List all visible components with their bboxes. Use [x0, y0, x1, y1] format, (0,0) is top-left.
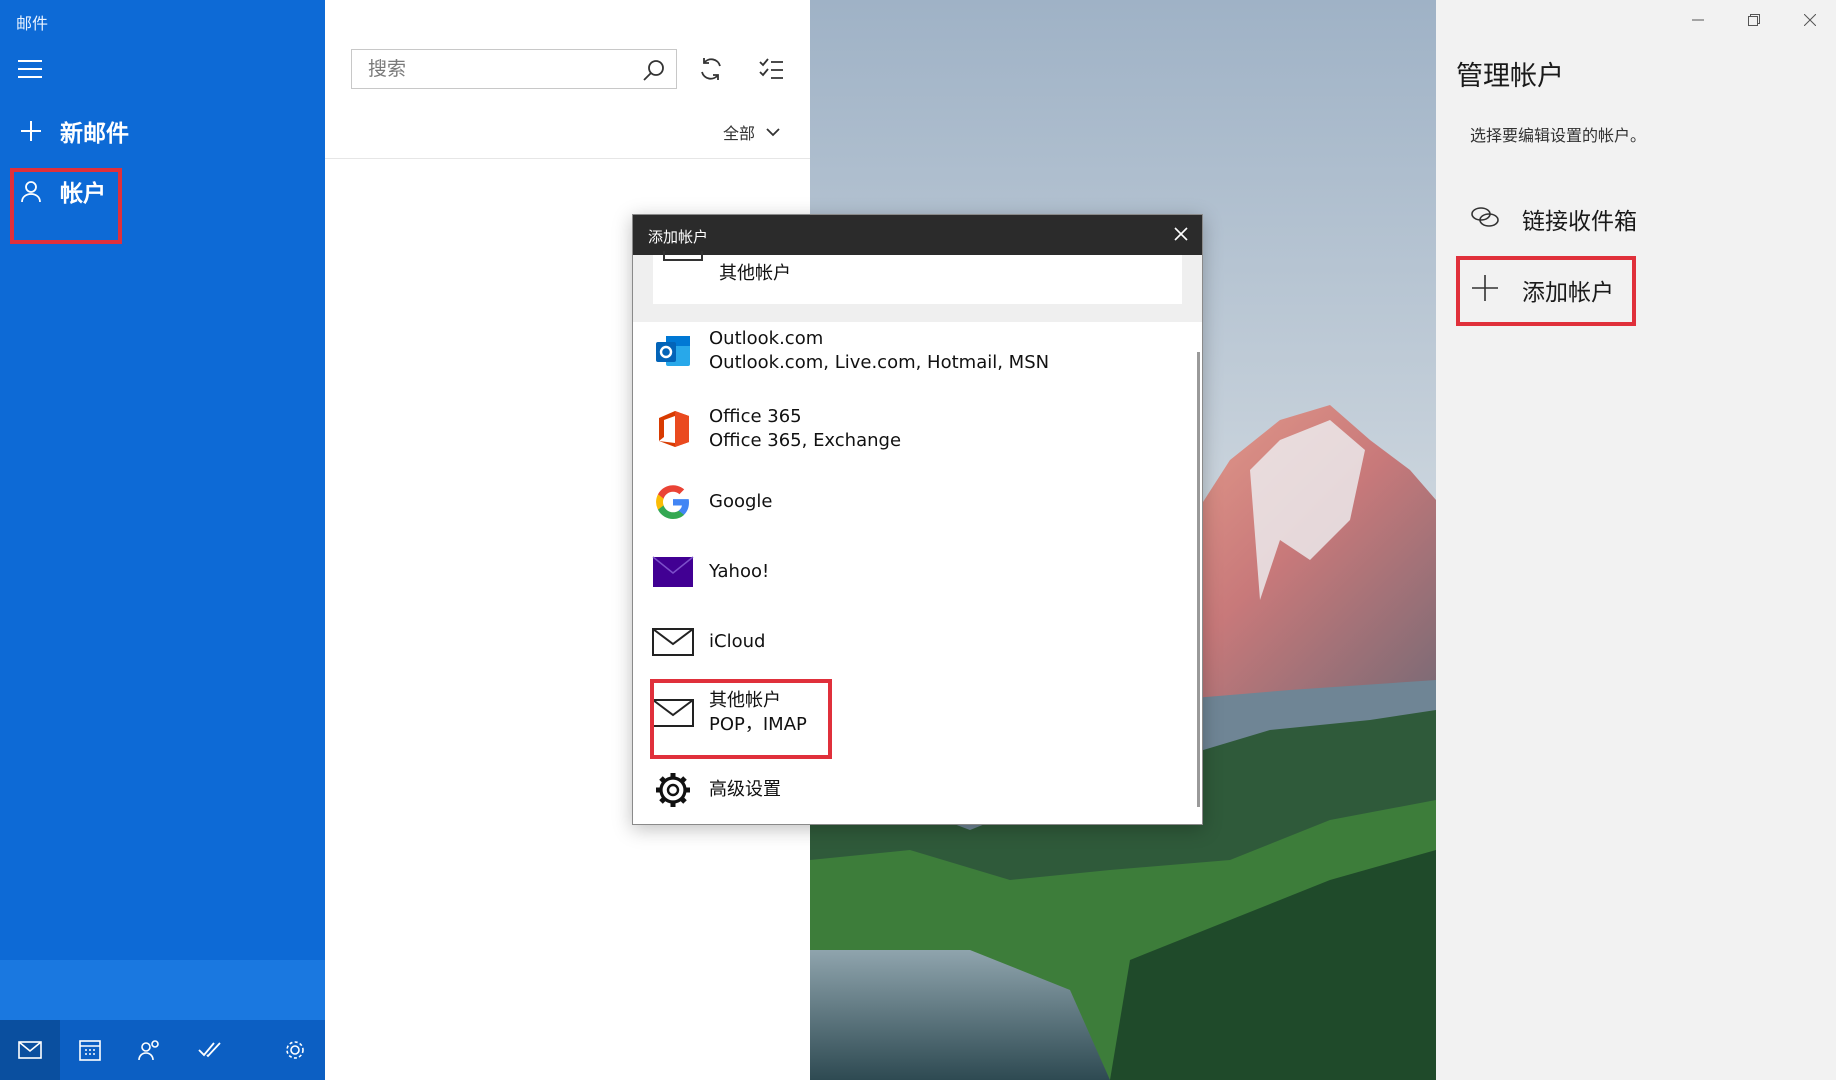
provider-icloud[interactable]: iCloud — [651, 620, 1171, 664]
window-title-bar — [1436, 0, 1836, 40]
manage-accounts-pane: 管理帐户 选择要编辑设置的帐户。 链接收件箱 添加帐户 — [1436, 0, 1836, 1080]
yahoo-icon — [651, 550, 695, 594]
close-window-icon[interactable] — [1798, 8, 1822, 32]
office-icon — [651, 407, 695, 451]
close-icon[interactable] — [1174, 227, 1188, 245]
settings-title: 管理帐户 — [1456, 61, 1564, 92]
app-title: 邮件 — [16, 14, 49, 33]
accounts-highlight-box — [10, 168, 122, 244]
sidebar-folder-area — [0, 960, 325, 1020]
other-account-ghost-item[interactable]: 其他帐户 — [653, 251, 1182, 304]
settings-gear-icon[interactable] — [265, 1020, 325, 1080]
people-icon[interactable] — [120, 1020, 180, 1080]
provider-name: 高级设置 — [709, 779, 781, 800]
envelope-icon — [651, 620, 695, 664]
gear-icon — [651, 768, 695, 812]
calendar-icon[interactable] — [60, 1020, 120, 1080]
navigation-sidebar: 邮件 新邮件 帐户 — [0, 0, 325, 1080]
provider-name: Office 365 — [709, 406, 802, 427]
link-icon — [1470, 202, 1500, 236]
settings-subtitle: 选择要编辑设置的帐户。 — [1470, 126, 1647, 145]
plus-icon — [16, 116, 46, 146]
filter-dropdown[interactable]: 全部 — [723, 120, 781, 144]
link-inboxes-button[interactable]: 链接收件箱 — [1470, 202, 1637, 236]
sync-icon[interactable] — [698, 56, 724, 86]
dialog-header: 添加帐户 — [633, 215, 1202, 255]
minimize-icon[interactable] — [1686, 8, 1710, 32]
provider-google[interactable]: Google — [651, 480, 1171, 524]
add-account-dialog: 添加帐户 其他帐户 Outlook.com Outlook.com, Live.… — [632, 214, 1203, 825]
selection-mode-icon[interactable] — [758, 56, 784, 86]
google-icon — [651, 480, 695, 524]
chevron-down-icon — [766, 128, 780, 137]
dialog-scrollbar[interactable] — [1197, 352, 1200, 807]
outlook-icon — [651, 329, 695, 373]
other-account-highlight-box — [650, 679, 832, 759]
search-input[interactable] — [366, 50, 640, 88]
hamburger-menu-icon[interactable] — [16, 56, 44, 84]
new-mail-button[interactable]: 新邮件 — [16, 114, 129, 148]
list-divider — [325, 158, 810, 159]
provider-name: Outlook.com — [709, 328, 824, 349]
todo-icon[interactable] — [180, 1020, 240, 1080]
link-inboxes-label: 链接收件箱 — [1522, 209, 1637, 235]
envelope-icon — [663, 251, 703, 261]
provider-name: iCloud — [709, 631, 766, 652]
advanced-settings[interactable]: 高级设置 — [651, 768, 1171, 812]
provider-detail: Outlook.com, Live.com, Hotmail, MSN — [709, 352, 1050, 373]
provider-yahoo[interactable]: Yahoo! — [651, 550, 1171, 594]
add-account-highlight-box — [1456, 256, 1636, 326]
provider-office365[interactable]: Office 365 Office 365, Exchange — [651, 405, 1171, 453]
search-box — [351, 49, 677, 89]
provider-outlook[interactable]: Outlook.com Outlook.com, Live.com, Hotma… — [651, 327, 1171, 375]
app-switcher-bar — [0, 1020, 325, 1080]
dialog-title: 添加帐户 — [648, 228, 709, 246]
filter-label: 全部 — [723, 124, 756, 143]
provider-detail: Office 365, Exchange — [709, 430, 902, 451]
new-mail-label: 新邮件 — [60, 121, 129, 147]
ghost-item-label: 其他帐户 — [719, 263, 791, 284]
search-icon[interactable] — [642, 58, 666, 86]
restore-icon[interactable] — [1742, 8, 1766, 32]
mail-icon[interactable] — [0, 1020, 60, 1080]
provider-name: Yahoo! — [709, 561, 770, 582]
provider-name: Google — [709, 491, 773, 512]
